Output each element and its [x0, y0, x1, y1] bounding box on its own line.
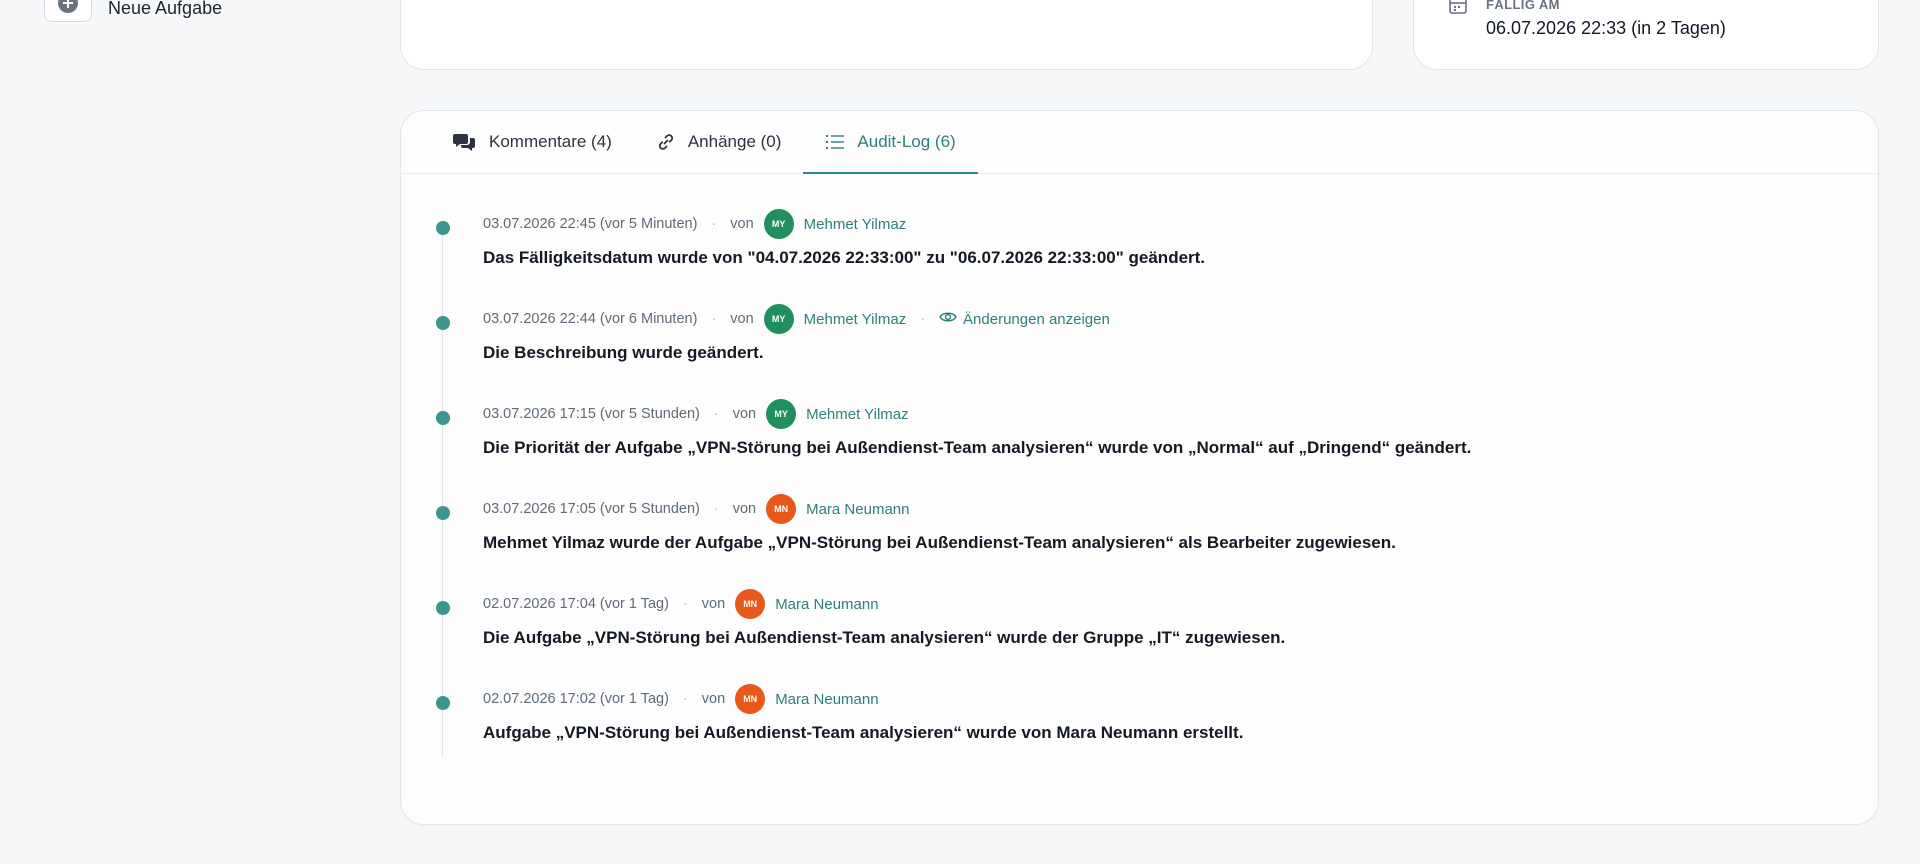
calendar-icon [1448, 0, 1468, 20]
eye-icon [939, 310, 957, 328]
tab-attachments-label: Anhänge (0) [687, 132, 782, 151]
activity-card: Kommentare (4) Anhänge (0) Audit-Log (6)… [400, 110, 1879, 825]
audit-entry-meta: 03.07.2026 22:44 (vor 6 Minuten) · von M… [483, 299, 1878, 339]
separator: · [682, 596, 688, 612]
audit-message: Mehmet Yilmaz wurde der Aufgabe „VPN-Stö… [483, 533, 1396, 552]
tab-comments[interactable]: Kommentare (4) [451, 111, 634, 173]
avatar: MY [763, 304, 794, 334]
tab-audit-log-label: Audit-Log (6) [857, 132, 956, 151]
author-link[interactable]: Mara Neumann [806, 501, 909, 518]
audit-message: Die Aufgabe „VPN-Störung bei Außendienst… [483, 628, 1286, 647]
avatar: MN [735, 684, 766, 714]
show-changes-label: Änderungen anzeigen [963, 310, 1110, 328]
audit-entry: 02.07.2026 17:04 (vor 1 Tag) · von MN Ma… [401, 584, 1878, 679]
tab-audit-log[interactable]: Audit-Log (6) [803, 111, 978, 174]
audit-message: Aufgabe „VPN-Störung bei Außendienst-Tea… [483, 723, 1244, 742]
task-description-card [400, 0, 1373, 70]
avatar: MY [766, 399, 797, 429]
due-date-label: Fällig am [1486, 0, 1560, 12]
avatar: MY [763, 209, 794, 239]
audit-entry: 02.07.2026 17:02 (vor 1 Tag) · von MN Ma… [401, 679, 1878, 774]
new-task-button[interactable]: Neue Aufgabe [44, 0, 222, 22]
author-link[interactable]: Mehmet Yilmaz [804, 216, 907, 233]
avatar: MN [735, 589, 766, 619]
separator: · [711, 311, 717, 327]
by-label: von [730, 216, 754, 232]
separator: · [920, 311, 926, 327]
list-icon [825, 133, 845, 151]
audit-timestamp: 02.07.2026 17:02 (vor 1 Tag) [483, 691, 669, 707]
by-label: von [732, 501, 757, 517]
author-link[interactable]: Mara Neumann [775, 596, 878, 613]
by-label: von [701, 691, 726, 707]
by-label: von [732, 406, 757, 422]
separator: · [682, 691, 688, 707]
audit-entry-meta: 02.07.2026 17:04 (vor 1 Tag) · von MN Ma… [483, 584, 1878, 624]
avatar: MN [766, 494, 797, 524]
activity-tabs: Kommentare (4) Anhänge (0) Audit-Log (6) [401, 111, 1878, 174]
timeline-dot [436, 411, 450, 425]
timeline-dot [436, 601, 450, 615]
timeline-dot [436, 506, 450, 520]
new-task-label: Neue Aufgabe [108, 0, 223, 18]
due-date-value: 06.07.2026 22:33 (in 2 Tagen) [1486, 18, 1726, 38]
by-label: von [701, 596, 726, 612]
audit-entry: 03.07.2026 17:05 (vor 5 Stunden) · von M… [401, 489, 1878, 584]
author-link[interactable]: Mehmet Yilmaz [804, 311, 907, 328]
audit-message: Die Priorität der Aufgabe „VPN-Störung b… [483, 438, 1472, 457]
audit-entry-meta: 03.07.2026 22:45 (vor 5 Minuten) · von M… [483, 204, 1878, 244]
comments-icon [453, 131, 477, 153]
audit-entry-meta: 03.07.2026 17:15 (vor 5 Stunden) · von M… [483, 394, 1878, 434]
audit-timestamp: 03.07.2026 22:44 (vor 6 Minuten) [483, 311, 698, 327]
link-icon [656, 132, 676, 152]
show-changes-link[interactable]: Änderungen anzeigen [939, 310, 1110, 328]
audit-message: Die Beschreibung wurde geändert. [483, 343, 764, 362]
separator: · [713, 501, 719, 517]
page: Neue Aufgabe Fällig am 06.07.2026 22:33 … [0, 0, 1920, 864]
plus-icon [44, 0, 92, 22]
audit-timestamp: 03.07.2026 22:45 (vor 5 Minuten) [483, 216, 698, 232]
audit-timestamp: 03.07.2026 17:15 (vor 5 Stunden) [483, 406, 700, 422]
tab-attachments[interactable]: Anhänge (0) [634, 111, 804, 173]
audit-timeline: 03.07.2026 22:45 (vor 5 Minuten) · von M… [401, 174, 1878, 774]
author-link[interactable]: Mehmet Yilmaz [806, 406, 909, 423]
due-date-card: Fällig am 06.07.2026 22:33 (in 2 Tagen) [1413, 0, 1879, 70]
tab-comments-label: Kommentare (4) [489, 132, 612, 151]
audit-entry: 03.07.2026 22:45 (vor 5 Minuten) · von M… [401, 204, 1878, 299]
audit-entry: 03.07.2026 22:44 (vor 6 Minuten) · von M… [401, 299, 1878, 394]
audit-entry: 03.07.2026 17:15 (vor 5 Stunden) · von M… [401, 394, 1878, 489]
audit-entry-meta: 03.07.2026 17:05 (vor 5 Stunden) · von M… [483, 489, 1878, 529]
by-label: von [730, 311, 754, 327]
timeline-dot [436, 696, 450, 710]
audit-timestamp: 03.07.2026 17:05 (vor 5 Stunden) [483, 501, 700, 517]
separator: · [711, 216, 717, 232]
audit-timestamp: 02.07.2026 17:04 (vor 1 Tag) [483, 596, 669, 612]
separator: · [713, 406, 719, 422]
author-link[interactable]: Mara Neumann [775, 691, 878, 708]
timeline-dot [436, 316, 450, 330]
audit-entry-meta: 02.07.2026 17:02 (vor 1 Tag) · von MN Ma… [483, 679, 1878, 719]
audit-message: Das Fälligkeitsdatum wurde von "04.07.20… [483, 248, 1206, 267]
timeline-dot [436, 221, 450, 235]
